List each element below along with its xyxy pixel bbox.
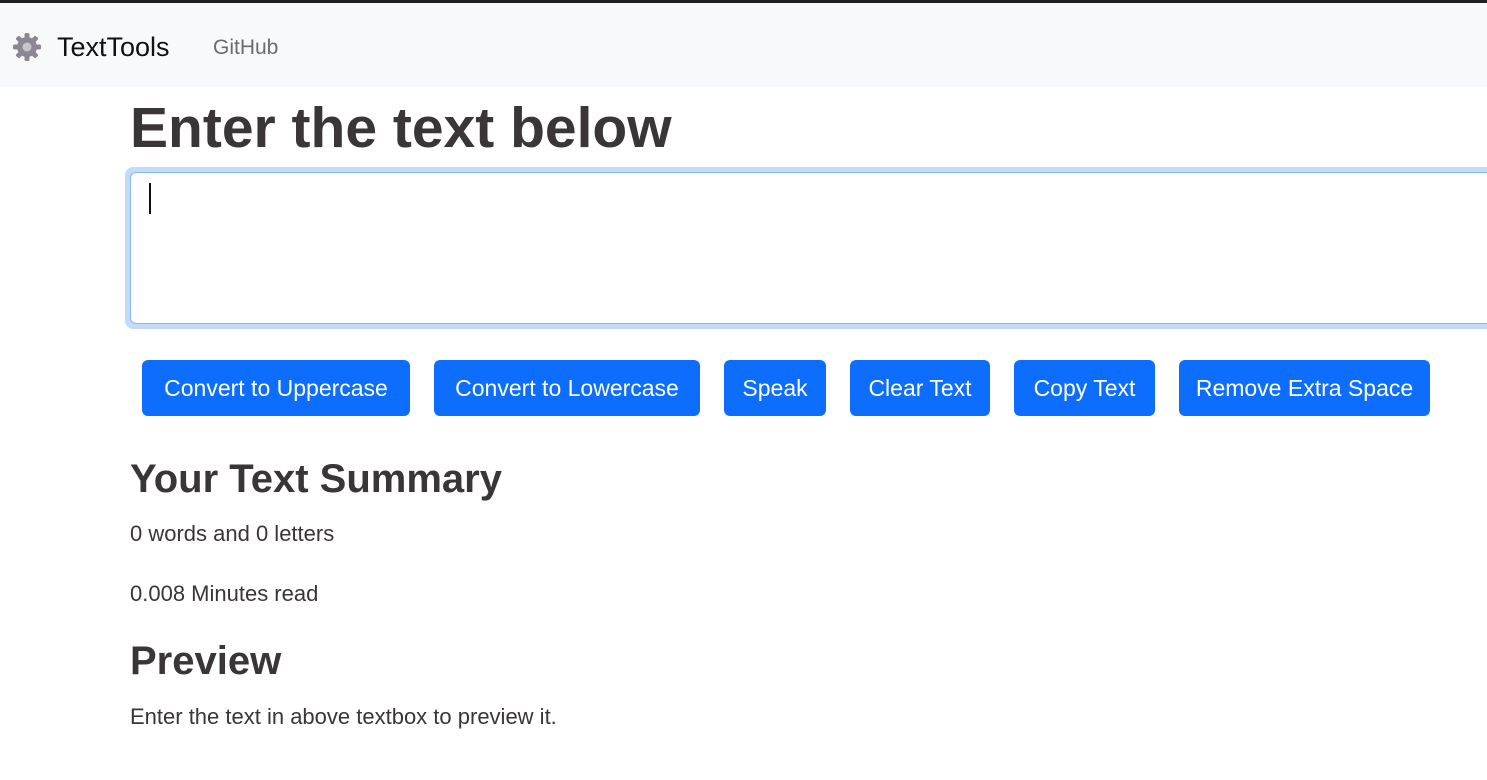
summary-heading: Your Text Summary [130, 457, 502, 501]
convert-lowercase-button[interactable]: Convert to Lowercase [434, 360, 700, 416]
nav-link-github[interactable]: GitHub [213, 34, 278, 62]
gear-icon[interactable] [11, 31, 43, 63]
preview-heading: Preview [130, 639, 282, 683]
word-letter-count: 0 words and 0 letters [130, 521, 335, 546]
navbar: TextTools GitHub [0, 3, 1487, 87]
convert-uppercase-button[interactable]: Convert to Uppercase [142, 360, 410, 416]
copy-text-button[interactable]: Copy Text [1014, 360, 1155, 416]
preview-text: Enter the text in above textbox to previ… [130, 704, 557, 729]
text-cursor [149, 183, 151, 214]
text-input[interactable] [130, 172, 1487, 324]
read-time: 0.008 Minutes read [130, 581, 319, 606]
clear-text-button[interactable]: Clear Text [850, 360, 990, 416]
speak-button[interactable]: Speak [724, 360, 826, 416]
brand-name[interactable]: TextTools [57, 30, 170, 64]
page-title: Enter the text below [130, 96, 672, 160]
remove-extra-space-button[interactable]: Remove Extra Space [1179, 360, 1430, 416]
